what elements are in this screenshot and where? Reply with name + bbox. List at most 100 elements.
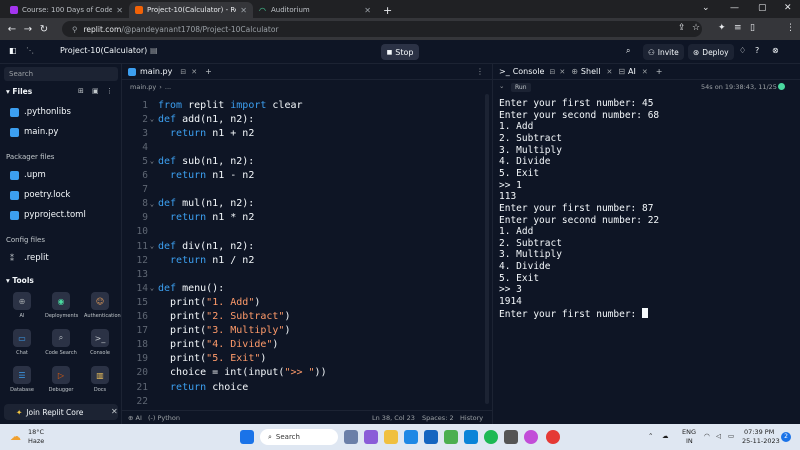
onedrive-icon[interactable]: ☁ [662, 432, 669, 440]
close-tab-icon[interactable]: ✕ [364, 6, 371, 15]
teams-chat-icon[interactable] [364, 430, 378, 444]
code-line[interactable]: 6 return n1 - n2 [122, 169, 492, 183]
edge-icon[interactable] [464, 430, 478, 444]
invite-button[interactable]: ⚇ Invite [643, 44, 684, 60]
code-line[interactable]: 14 ⌄ def menu(): [122, 281, 492, 295]
cursor-position[interactable]: Ln 38, Col 23 [372, 414, 415, 422]
tool-ai[interactable]: ⊕ AI [6, 292, 38, 319]
breadcrumb-file[interactable]: main.py [130, 83, 156, 91]
new-folder-icon[interactable]: ▣ [92, 87, 99, 95]
browser-tab-auditorium[interactable]: ◠ Auditorium ✕ [253, 2, 377, 18]
code-line[interactable]: 22 [122, 394, 492, 408]
browser-tab-course[interactable]: Course: 100 Days of Code: The C ✕ [4, 2, 129, 18]
minimize-icon[interactable]: — [730, 3, 739, 13]
task-view-icon[interactable] [344, 430, 358, 444]
code-line[interactable]: 15 print("1. Add") [122, 295, 492, 309]
code-line[interactable]: 8 ⌄ def mul(n1, n2): [122, 197, 492, 211]
close-tab-icon[interactable]: ✕ [191, 68, 197, 76]
deploy-button[interactable]: ⊛ Deploy [688, 44, 734, 60]
file-item-upm[interactable]: .upm [10, 170, 46, 180]
maximize-icon[interactable]: ▢ [758, 3, 767, 13]
tab-search-icon[interactable]: ⌄ [702, 3, 710, 13]
sidepanel-icon[interactable]: ▯ [750, 23, 755, 33]
code-line[interactable]: 4 [122, 140, 492, 154]
code-line[interactable]: 1 from replit import clear [122, 98, 492, 112]
close-tab-icon[interactable]: ✕ [240, 6, 247, 15]
indentation-setting[interactable]: Spaces: 2 [422, 414, 454, 422]
editor-menu-icon[interactable]: ⋮ [476, 67, 484, 76]
files-section-title[interactable]: ▾ Files [6, 87, 32, 96]
language-indicator[interactable]: ENG [682, 428, 696, 436]
close-tab-icon[interactable]: ✕ [606, 68, 612, 76]
close-tab-icon[interactable]: ✕ [559, 68, 565, 76]
messenger-icon[interactable] [524, 430, 538, 444]
tool-console[interactable]: >_ Console [84, 329, 116, 356]
chrome-icon[interactable] [444, 430, 458, 444]
share-icon[interactable]: ⇪ [678, 23, 686, 33]
code-line[interactable]: 20 choice = int(input(">> ")) [122, 366, 492, 380]
mail-icon[interactable] [404, 430, 418, 444]
wifi-icon[interactable]: ◠ [704, 432, 710, 440]
editor-scrollbar[interactable] [485, 94, 489, 404]
close-tab-icon[interactable]: ✕ [642, 68, 648, 76]
code-line[interactable]: 3 return n1 + n2 [122, 126, 492, 140]
forward-icon[interactable]: → [20, 24, 36, 35]
tool-deployments[interactable]: ◉ Deployments [45, 292, 78, 319]
code-line[interactable]: 13 [122, 267, 492, 281]
file-item-replit[interactable]: ⁑ .replit [10, 253, 49, 263]
history-button[interactable]: History [460, 414, 483, 422]
close-window-icon[interactable]: ✕ [784, 3, 792, 13]
volume-icon[interactable]: ◁ [716, 432, 721, 440]
workspace-tree-icon[interactable]: ⋱ [26, 46, 34, 55]
project-settings-icon[interactable]: ▤ [150, 46, 158, 55]
tab-console[interactable]: Console [513, 67, 545, 76]
battery-icon[interactable]: ▭ [728, 432, 734, 440]
file-item-poetry-lock[interactable]: poetry.lock [10, 190, 70, 200]
new-tab-button[interactable]: + [377, 2, 398, 18]
tool-authentication[interactable]: ☺ Authentication [84, 292, 121, 319]
tab-split-icon[interactable]: ⊟ [180, 68, 186, 76]
fold-chevron-icon[interactable]: ⌄ [148, 115, 156, 123]
browser-tab-replit[interactable]: Project-10(Calculator) - Replit ✕ [129, 2, 253, 18]
code-line[interactable]: 17 print("3. Multiply") [122, 324, 492, 338]
stop-button[interactable]: ■ Stop [381, 44, 419, 60]
show-hidden-icons[interactable]: ⌃ [648, 432, 653, 440]
tool-chat[interactable]: ▭ Chat [6, 329, 38, 356]
code-line[interactable]: 21 return choice [122, 380, 492, 394]
tool-database[interactable]: ☰ Database [6, 366, 38, 393]
toggle-sidebar-icon[interactable]: ◧ [9, 46, 17, 55]
run-chevron-icon[interactable]: ⌄ [499, 82, 504, 90]
search-icon[interactable]: ⌕ [626, 46, 630, 56]
file-item-pythonlibs[interactable]: .pythonlibs [10, 107, 71, 117]
code-line[interactable]: 5 ⌄ def sub(n1, n2): [122, 154, 492, 168]
clock-date[interactable]: 25-11-2023 [742, 437, 780, 445]
file-item-pyproject-toml[interactable]: pyproject.toml [10, 210, 86, 220]
language-status[interactable]: (-) Python [148, 414, 180, 422]
tools-section-title[interactable]: ▾ Tools [6, 276, 34, 285]
tab-shell[interactable]: Shell [581, 67, 601, 76]
tool-code-search[interactable]: ⌕ Code Search [45, 329, 77, 356]
notifications-bell-icon[interactable]: ♢ [739, 46, 746, 55]
code-line[interactable]: 19 print("5. Exit") [122, 352, 492, 366]
tab-ai[interactable]: AI [628, 67, 636, 76]
fold-chevron-icon[interactable]: ⌄ [148, 157, 156, 165]
windows-start-icon[interactable] [240, 430, 254, 444]
ai-status-icon[interactable]: ⊕ AI [128, 414, 142, 422]
bookmark-star-icon[interactable]: ☆ [692, 23, 700, 33]
notification-badge[interactable]: 2 [781, 432, 791, 442]
dismiss-core-icon[interactable]: ✕ [111, 407, 118, 416]
chrome-active-icon[interactable] [546, 430, 560, 444]
tool-docs[interactable]: ▥ Docs [84, 366, 116, 393]
file-item-main-py[interactable]: main.py [10, 127, 58, 137]
code-line[interactable]: 11 ⌄ def div(n1, n2): [122, 239, 492, 253]
breadcrumb-more[interactable]: ... [165, 83, 171, 91]
project-name[interactable]: Project-10(Calculator) [60, 46, 147, 55]
back-icon[interactable]: ← [4, 24, 20, 35]
fold-chevron-icon[interactable]: ⌄ [148, 284, 156, 292]
account-avatar-icon[interactable]: ⊗ [772, 46, 779, 55]
editor-tab-main-py[interactable]: main.py [140, 67, 172, 76]
clock-time[interactable]: 07:39 PM [744, 428, 774, 436]
clear-console-icon[interactable]: ⊟ [549, 68, 555, 76]
code-line[interactable]: 2 ⌄ def add(n1, n2): [122, 112, 492, 126]
fold-chevron-icon[interactable]: ⌄ [148, 242, 156, 250]
